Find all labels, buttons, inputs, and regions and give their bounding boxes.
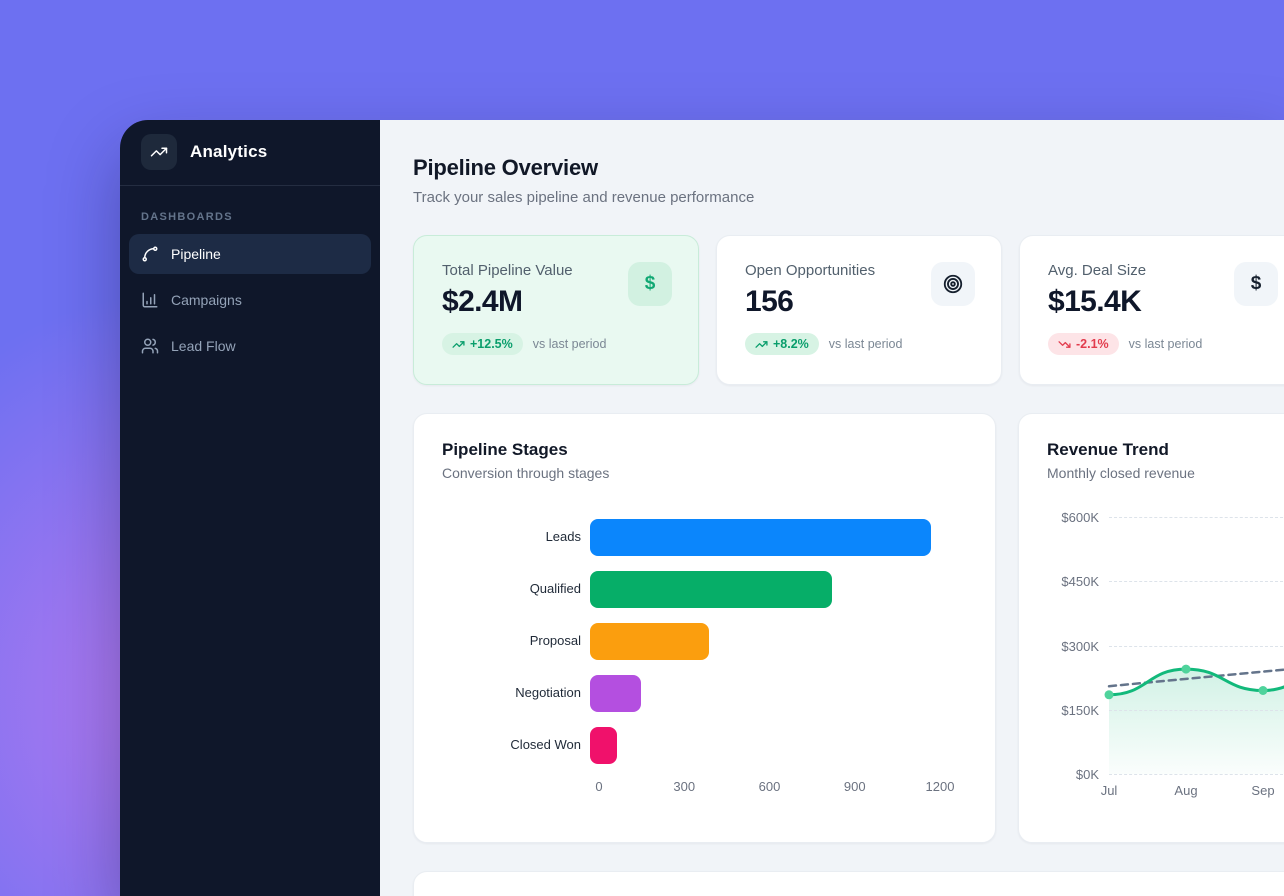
sidebar-item-label: Lead Flow <box>171 338 236 354</box>
sidebar-item-lead-flow[interactable]: Lead Flow <box>129 326 371 366</box>
stat-card-total-pipeline-value: Total Pipeline Value $2.4M +12.5% vs las… <box>413 235 699 385</box>
stages-bars: Leads Qualified Proposal Negotiation Closed … <box>442 519 967 764</box>
bar-segment <box>590 519 931 556</box>
stat-cards-row: Total Pipeline Value $2.4M +12.5% vs las… <box>413 235 1284 385</box>
sidebar: Analytics DASHBOARDS Pipeline Campaigns <box>120 120 380 896</box>
app-window: Analytics DASHBOARDS Pipeline Campaigns <box>120 120 1284 896</box>
stat-suffix: vs last period <box>829 337 903 351</box>
sidebar-item-label: Campaigns <box>171 292 242 308</box>
bar-segment <box>590 623 709 660</box>
bar-row: Qualified <box>442 571 967 608</box>
bar-category-label: Qualified <box>442 581 590 597</box>
bar-category-label: Closed Won <box>442 737 590 753</box>
y-axis-tick-label: $300K <box>1045 639 1099 654</box>
dollar-icon: $ <box>1234 262 1278 306</box>
dollar-icon: $ <box>628 262 672 306</box>
chart-subtitle: Conversion through stages <box>442 465 967 481</box>
stat-card-avg-deal-size: Avg. Deal Size $15.4K -2.1% vs last peri… <box>1019 235 1284 385</box>
axis-tick-label: 300 <box>673 779 695 794</box>
sidebar-section-label: DASHBOARDS <box>120 186 380 234</box>
page-subtitle: Track your sales pipeline and revenue pe… <box>413 189 1284 206</box>
change-value: -2.1% <box>1076 337 1109 351</box>
x-axis-tick-label: Jul <box>1101 783 1118 798</box>
main-content: Pipeline Overview Track your sales pipel… <box>380 120 1284 896</box>
bar-segment <box>590 675 641 712</box>
page-title: Pipeline Overview <box>413 155 1284 181</box>
revenue-trend-card: Revenue Trend Monthly closed revenue $60… <box>1018 413 1284 843</box>
trending-down-icon <box>1058 338 1071 351</box>
stages-axis: 03006009001200 <box>599 779 940 797</box>
brand-name: Analytics <box>190 142 267 162</box>
axis-tick-label: 600 <box>759 779 781 794</box>
bar-row: Proposal <box>442 623 967 660</box>
target-icon <box>931 262 975 306</box>
bar-segment <box>590 727 617 764</box>
trending-up-icon <box>452 338 465 351</box>
sidebar-item-campaigns[interactable]: Campaigns <box>129 280 371 320</box>
bar-segment <box>590 571 832 608</box>
bar-row: Negotiation <box>442 675 967 712</box>
stat-suffix: vs last period <box>1129 337 1203 351</box>
trending-up-logo-icon <box>141 134 177 170</box>
y-axis-tick-label: $450K <box>1045 574 1099 589</box>
y-axis-tick-label: $150K <box>1045 703 1099 718</box>
pipeline-stages-card: Pipeline Stages Conversion through stage… <box>413 413 996 843</box>
grid-line <box>1109 710 1284 711</box>
x-axis-tick-label: Aug <box>1174 783 1197 798</box>
x-axis-tick-label: Sep <box>1251 783 1274 798</box>
brand: Analytics <box>120 120 380 185</box>
trending-up-icon <box>755 338 768 351</box>
stat-card-open-opportunities: Open Opportunities 156 +8.2% vs last per… <box>716 235 1002 385</box>
change-value: +8.2% <box>773 337 809 351</box>
sidebar-item-label: Pipeline <box>171 246 221 262</box>
axis-tick-label: 0 <box>595 779 602 794</box>
chart-subtitle: Monthly closed revenue <box>1047 465 1284 481</box>
change-badge: -2.1% <box>1048 333 1119 355</box>
change-badge: +8.2% <box>745 333 819 355</box>
grid-line <box>1109 517 1284 518</box>
bar-row: Leads <box>442 519 967 556</box>
stat-suffix: vs last period <box>533 337 607 351</box>
grid-line <box>1109 774 1284 775</box>
bar-category-label: Negotiation <box>442 685 590 701</box>
axis-tick-label: 900 <box>844 779 866 794</box>
chart-title: Pipeline Stages <box>442 440 967 460</box>
charts-row: Pipeline Stages Conversion through stage… <box>413 413 1284 843</box>
chart-title: Revenue Trend <box>1047 440 1284 460</box>
grid-line <box>1109 581 1284 582</box>
sidebar-nav: Pipeline Campaigns Lead Flow <box>120 234 380 366</box>
bottom-card <box>413 871 1284 896</box>
users-icon <box>141 337 159 355</box>
y-axis-tick-label: $600K <box>1045 510 1099 525</box>
y-axis-tick-label: $0K <box>1045 767 1099 782</box>
grid-line <box>1109 646 1284 647</box>
bar-chart-icon <box>141 291 159 309</box>
change-value: +12.5% <box>470 337 513 351</box>
bar-category-label: Leads <box>442 529 590 545</box>
axis-tick-label: 1200 <box>926 779 955 794</box>
spline-icon <box>141 245 159 263</box>
bar-row: Closed Won <box>442 727 967 764</box>
bar-category-label: Proposal <box>442 633 590 649</box>
change-badge: +12.5% <box>442 333 523 355</box>
revenue-plot: $600K$450K$300K$150K$0KJulAugSep <box>1107 517 1284 774</box>
sidebar-item-pipeline[interactable]: Pipeline <box>129 234 371 274</box>
